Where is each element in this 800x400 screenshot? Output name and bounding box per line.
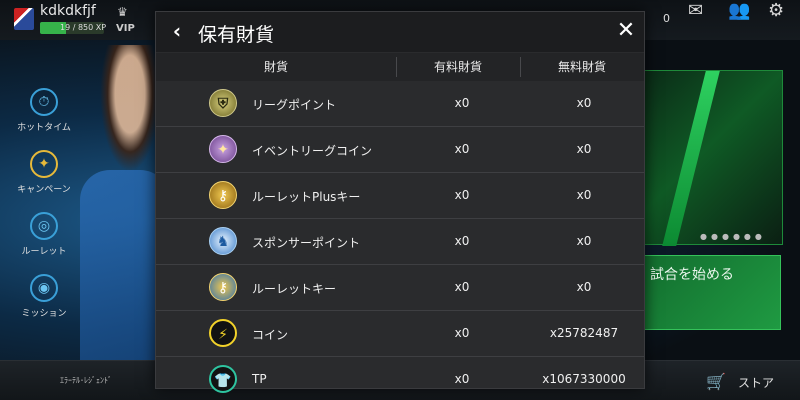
modal-title: 保有財貨 (198, 24, 275, 46)
table-row: ♞ スポンサーポイント x0 x0 (156, 219, 644, 265)
table-row: ⚡ コイン x0 x25782487 (156, 311, 644, 357)
row-name: コイン (252, 328, 289, 342)
league-point-icon: ⛨ (209, 89, 237, 117)
xp-text: 19 / 850 XP (60, 23, 107, 32)
row-name: リーグポイント (252, 98, 337, 112)
party-popper-icon: ✦ (30, 150, 58, 178)
column-header-paid: 有料財貨 (433, 60, 482, 74)
table-row: ✦ イベントリーグコイン x0 x0 (156, 127, 644, 173)
stopwatch-icon: ⏱ (30, 88, 58, 116)
currency-modal: ‹ 保有財貨 ✕ 財貨 有料財貨 無料財貨 ⛨ リーグポイント x0 x0 ✦ … (155, 11, 645, 393)
coin-icon: ⚡ (209, 319, 237, 347)
event-league-coin-icon: ✦ (209, 135, 237, 163)
target-icon: ◉ (30, 274, 58, 302)
row-name: ルーレットキー (252, 282, 337, 296)
start-match-button[interactable]: 試合を始める (643, 255, 781, 330)
side-item-label: ミッション (21, 309, 67, 319)
mail-icon[interactable]: ✉ (688, 0, 703, 21)
start-match-label: 試合を始める (650, 267, 734, 283)
row-free: x0 (576, 234, 592, 248)
crown-icon: ♛ (117, 5, 128, 19)
table-row: 👕 TP x0 x1067330000 (156, 357, 644, 400)
row-paid: x0 (454, 372, 470, 386)
tp-icon: 👕 (209, 365, 237, 393)
side-item-mission[interactable]: ◉ ミッション (14, 274, 74, 319)
row-name: スポンサーポイント (252, 236, 361, 250)
player-name: kdkdkfjf (40, 3, 96, 19)
row-free: x0 (576, 142, 592, 156)
carousel-dots: ●●●●●● (700, 232, 766, 241)
table-row: ⛨ リーグポイント x0 x0 (156, 81, 644, 127)
row-free: x0 (576, 280, 592, 294)
bottom-left-text[interactable]: ｴﾗｰﾃﾙ･ﾚｼﾞｪﾝﾄﾞ (60, 375, 112, 386)
row-free: x1067330000 (542, 372, 626, 386)
table-header: 財貨 有料財貨 無料財貨 (156, 53, 644, 81)
row-paid: x0 (454, 234, 470, 248)
gear-icon[interactable]: ⚙ (768, 0, 784, 21)
row-name: ルーレットPlusキー (252, 190, 361, 204)
row-paid: x0 (454, 142, 470, 156)
row-free: x0 (576, 188, 592, 202)
row-free: x25782487 (549, 326, 619, 340)
close-icon[interactable]: ✕ (614, 20, 638, 44)
friends-icon[interactable]: 👥 (728, 0, 750, 21)
row-paid: x0 (454, 326, 470, 340)
row-paid: x0 (454, 280, 470, 294)
roulette-key-icon: ⚷ (209, 273, 237, 301)
column-header-free: 無料財貨 (557, 60, 606, 74)
sponsor-point-icon: ♞ (209, 227, 237, 255)
side-item-label: ルーレット (21, 247, 67, 257)
store-label[interactable]: ストア (738, 374, 774, 391)
row-free: x0 (576, 96, 592, 110)
side-item-label: ホットタイム (17, 123, 71, 133)
cart-icon[interactable]: 🛒 (706, 372, 726, 391)
side-item-hot-time[interactable]: ⏱ ホットタイム (14, 88, 74, 133)
row-paid: x0 (454, 96, 470, 110)
row-name: イベントリーグコイン (252, 144, 373, 158)
roulette-icon: ◎ (30, 212, 58, 240)
back-chevron-icon[interactable]: ‹ (166, 20, 188, 44)
coin-count: 0 (663, 12, 670, 25)
featured-banner[interactable] (643, 70, 783, 245)
side-item-campaign[interactable]: ✦ キャンペーン (14, 150, 74, 195)
roulette-plus-key-icon: ⚷ (209, 181, 237, 209)
modal-header: ‹ 保有財貨 ✕ (156, 12, 644, 52)
table-row: ⚷ ルーレットPlusキー x0 x0 (156, 173, 644, 219)
row-name: TP (252, 372, 267, 386)
table-row: ⚷ ルーレットキー x0 x0 (156, 265, 644, 311)
club-emblem-icon[interactable] (14, 8, 34, 30)
side-item-label: キャンペーン (17, 185, 71, 195)
vip-label[interactable]: VIP (116, 23, 135, 34)
side-item-roulette[interactable]: ◎ ルーレット (14, 212, 74, 257)
row-paid: x0 (454, 188, 470, 202)
column-header-currency: 財貨 (263, 60, 288, 74)
